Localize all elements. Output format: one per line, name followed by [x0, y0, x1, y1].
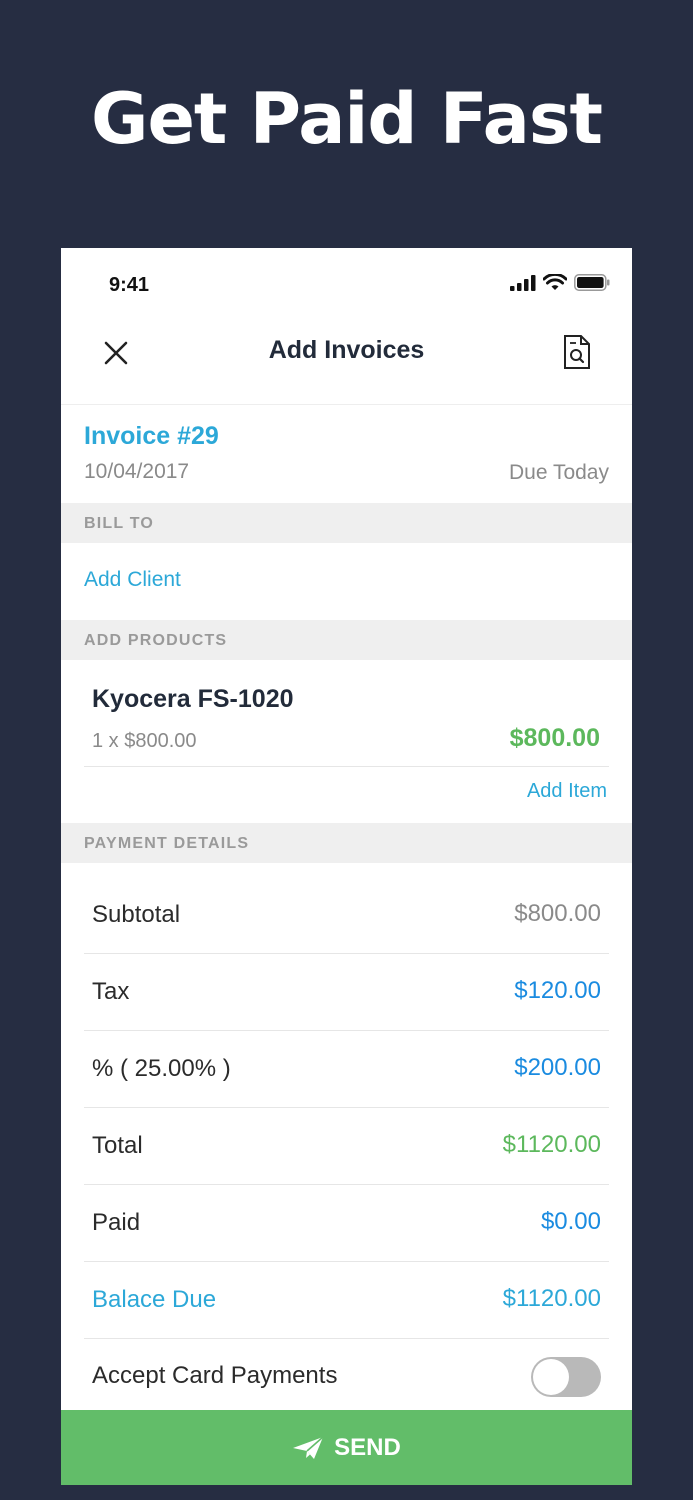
- total-value: $1120.00: [502, 1131, 601, 1158]
- payment-row-balance-due: Balace Due $1120.00: [84, 1262, 609, 1339]
- section-bill-to: BILL TO: [61, 503, 632, 543]
- status-time: 9:41: [109, 274, 150, 296]
- payment-row-paid[interactable]: Paid $0.00: [84, 1185, 609, 1262]
- invoice-date[interactable]: 10/04/2017: [84, 460, 189, 484]
- section-payment-details: PAYMENT DETAILS: [61, 823, 632, 863]
- add-item-link[interactable]: Add Item: [527, 780, 607, 803]
- invoice-preview-icon[interactable]: [562, 334, 592, 370]
- balance-due-value: $1120.00: [502, 1285, 601, 1312]
- product-quantity: 1 x $800.00: [92, 730, 197, 752]
- status-bar: 9:41: [61, 248, 632, 318]
- invoice-header[interactable]: Invoice #29 10/04/2017 Due Today: [61, 405, 632, 503]
- invoice-number[interactable]: Invoice #29: [84, 422, 219, 451]
- payment-row-tax[interactable]: Tax $120.00: [84, 954, 609, 1031]
- battery-icon: [574, 274, 610, 291]
- subtotal-label: Subtotal: [92, 901, 181, 928]
- payment-row-total: Total $1120.00: [84, 1108, 609, 1185]
- payment-row-discount[interactable]: % ( 25.00% ) $200.00: [84, 1031, 609, 1108]
- paid-value[interactable]: $0.00: [541, 1208, 601, 1236]
- section-add-products: ADD PRODUCTS: [61, 620, 632, 660]
- invoice-due[interactable]: Due Today: [509, 461, 609, 485]
- balance-due-label: Balace Due: [92, 1286, 217, 1313]
- subtotal-value: $800.00: [514, 900, 601, 927]
- nav-bar: Add Invoices: [61, 318, 632, 405]
- toggle-knob: [533, 1359, 569, 1395]
- tax-value[interactable]: $120.00: [514, 977, 601, 1005]
- status-icons: [510, 274, 610, 291]
- send-button[interactable]: SEND: [61, 1410, 632, 1485]
- payment-row-subtotal: Subtotal $800.00: [84, 877, 609, 954]
- total-label: Total: [92, 1132, 143, 1159]
- paper-plane-icon: [293, 1435, 324, 1459]
- product-name: Kyocera FS-1020: [92, 685, 294, 713]
- phone-screen: 9:41 Add Invoices Invoice #29 10/04/2017…: [61, 248, 632, 1485]
- divider: [84, 766, 609, 767]
- tax-label: Tax: [92, 978, 130, 1005]
- send-label: SEND: [334, 1433, 401, 1461]
- wifi-icon: [543, 274, 567, 290]
- accept-card-label: Accept Card Payments: [92, 1362, 338, 1389]
- discount-value[interactable]: $200.00: [514, 1054, 601, 1082]
- page-title: Add Invoices: [268, 336, 425, 364]
- add-client-link[interactable]: Add Client: [84, 568, 181, 592]
- discount-label: % ( 25.00% ): [92, 1055, 231, 1082]
- product-price: $800.00: [509, 724, 600, 752]
- accept-card-toggle[interactable]: [531, 1357, 601, 1397]
- headline: Get Paid Fast: [91, 78, 603, 160]
- paid-label: Paid: [92, 1209, 141, 1236]
- signal-icon: [510, 274, 536, 291]
